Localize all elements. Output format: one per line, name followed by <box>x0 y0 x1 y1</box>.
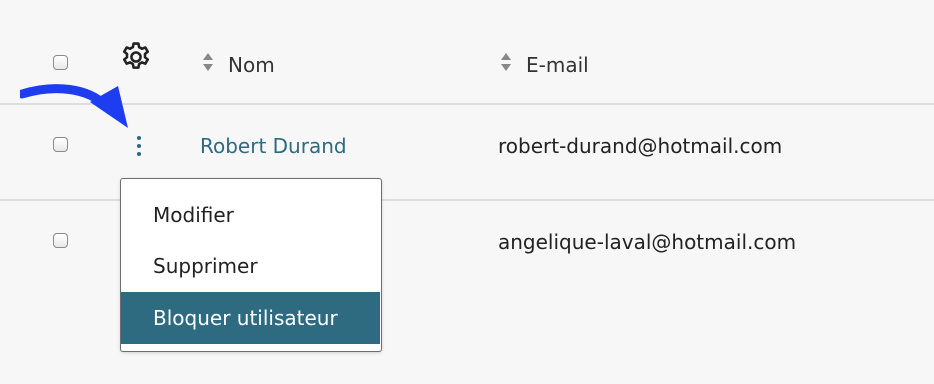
row-checkbox[interactable] <box>53 233 68 248</box>
menu-item-supprimer[interactable]: Supprimer <box>121 254 380 278</box>
sort-icon[interactable] <box>201 51 215 73</box>
row-checkbox[interactable] <box>53 137 68 152</box>
select-all-checkbox[interactable] <box>53 55 68 70</box>
user-email: angelique-laval@hotmail.com <box>498 230 797 254</box>
kebab-menu-icon[interactable] <box>130 136 148 164</box>
sort-icon[interactable] <box>499 51 513 73</box>
users-table: Nom E-mail Robert Durand robert-durand@h… <box>0 0 934 384</box>
row-actions-menu: Modifier Supprimer Bloquer utilisateur <box>120 178 382 352</box>
gear-icon[interactable] <box>119 40 153 74</box>
header-divider <box>0 103 934 105</box>
arrow-icon <box>20 84 128 128</box>
column-header-email[interactable]: E-mail <box>526 53 589 77</box>
menu-item-modifier[interactable]: Modifier <box>121 203 380 227</box>
menu-item-bloquer-utilisateur[interactable]: Bloquer utilisateur <box>121 292 380 344</box>
user-name-link[interactable]: Robert Durand <box>200 134 347 158</box>
column-header-name[interactable]: Nom <box>228 53 275 77</box>
user-email: robert-durand@hotmail.com <box>498 134 783 158</box>
